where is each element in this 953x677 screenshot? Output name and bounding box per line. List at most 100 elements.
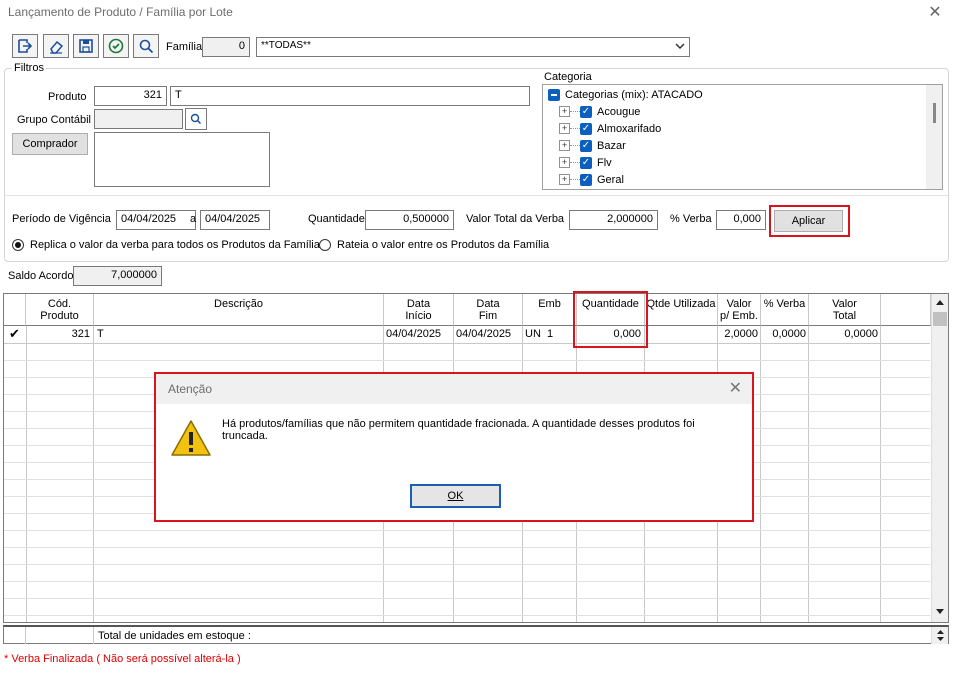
eraser-icon[interactable] (43, 34, 69, 58)
tree-item[interactable]: + ✓ Acougue (559, 103, 640, 120)
chevron-down-icon (675, 41, 685, 54)
tree-item-label: Bazar (597, 139, 626, 152)
filtros-label: Filtros (12, 62, 46, 74)
date-from-field[interactable]: 04/04/2025 (116, 210, 196, 230)
grid-header-data-inicio[interactable]: Data Início (384, 294, 454, 326)
verba-finalizada-note: * Verba Finalizada ( Não será possível a… (4, 653, 241, 665)
scroll-down-icon[interactable] (935, 607, 945, 619)
dialog-title: Atenção (168, 382, 213, 396)
radio-unselected-icon[interactable] (319, 239, 331, 251)
familia-select[interactable]: **TODAS** (256, 37, 690, 57)
expand-icon[interactable]: + (559, 174, 570, 185)
grid-header-emb[interactable]: Emb (523, 294, 577, 326)
expand-icon[interactable]: + (559, 123, 570, 134)
tree-root[interactable]: Categorias (mix): ATACADO (548, 86, 703, 103)
expand-icon[interactable]: + (559, 140, 570, 151)
scroll-thumb[interactable] (933, 312, 947, 326)
familia-select-value: **TODAS** (261, 40, 311, 51)
tree-item-label: Acougue (597, 105, 641, 118)
cell-valor-total[interactable]: 0,0000 (809, 328, 878, 344)
radio-rateia-label: Rateia o valor entre os Produtos da Famí… (337, 239, 550, 251)
grid-header-data-fim[interactable]: Data Fim (454, 294, 523, 326)
close-icon[interactable]: ✕ (925, 2, 945, 22)
scroll-updown-icon[interactable] (932, 627, 949, 644)
aplicar-button[interactable]: Aplicar (774, 210, 843, 232)
tree-scrollbar[interactable] (926, 85, 942, 189)
comprador-button[interactable]: Comprador (12, 133, 88, 155)
checkbox-checked-icon[interactable]: ✓ (580, 122, 592, 135)
row-selected-check-icon: ✔ (9, 326, 20, 341)
checkbox-checked-icon[interactable]: ✓ (580, 156, 592, 169)
date-separator-label: a (190, 213, 197, 225)
quantidade-column-highlight (573, 291, 648, 348)
checkbox-checked-icon[interactable]: ✓ (580, 139, 592, 152)
tree-item[interactable]: + ✓ Flv (559, 154, 612, 171)
checkbox-checked-icon[interactable]: ✓ (580, 105, 592, 118)
valor-total-verba-field[interactable]: 2,000000 (569, 210, 658, 230)
categoria-tree[interactable]: Categorias (mix): ATACADO + ✓ Acougue + … (542, 84, 943, 190)
tree-item[interactable]: + ✓ Geral (559, 171, 624, 188)
tree-root-label: Categorias (mix): ATACADO (565, 88, 703, 101)
total-scrollbar[interactable] (931, 627, 948, 644)
grid-header-valor-total[interactable]: Valor Total (809, 294, 881, 326)
radio-rateia[interactable]: Rateia o valor entre os Produtos da Famí… (319, 239, 549, 251)
date-to-field[interactable]: 04/04/2025 (200, 210, 270, 230)
save-icon[interactable] (73, 34, 99, 58)
exit-icon[interactable] (12, 34, 38, 58)
cell-valor-emb[interactable]: 2,0000 (718, 328, 758, 344)
comprador-list[interactable] (94, 132, 270, 187)
pct-verba-field[interactable]: 0,000 (716, 210, 766, 230)
warning-icon (170, 418, 212, 458)
quantidade-field[interactable]: 0,500000 (365, 210, 454, 230)
periodo-vigencia-label: Período de Vigência (12, 213, 111, 225)
scroll-up-icon[interactable] (935, 297, 945, 309)
grid-header-valor-emb[interactable]: Valor p/ Emb. (718, 294, 761, 326)
pct-verba-label: % Verba (670, 213, 712, 225)
cell-data-inicio[interactable]: 04/04/2025 (386, 328, 441, 344)
cell-descricao[interactable]: T (97, 328, 104, 344)
cell-data-fim[interactable]: 04/04/2025 (456, 328, 511, 344)
tree-item-label: Almoxarifado (597, 122, 662, 135)
grid-header-pct-verba[interactable]: % Verba (761, 294, 809, 326)
cell-emb[interactable]: UN 1 (525, 328, 553, 344)
tree-item-label: Flv (597, 156, 612, 169)
produto-desc-field[interactable]: T (170, 86, 530, 106)
expand-icon[interactable]: + (559, 157, 570, 168)
produto-code-field[interactable]: 321 (94, 86, 167, 106)
valor-total-verba-label: Valor Total da Verba (466, 213, 565, 225)
tree-item[interactable]: + ✓ Bazar (559, 137, 626, 154)
saldo-acordo-label: Saldo Acordo (8, 270, 74, 282)
search-icon (190, 113, 202, 125)
checkbox-checked-icon[interactable]: ✓ (580, 173, 592, 186)
radio-replica[interactable]: Replica o valor da verba para todos os P… (12, 239, 320, 251)
tree-item-label: Geral (597, 173, 624, 186)
attention-dialog: Atenção ✕ Há produtos/famílias que não p… (154, 372, 754, 522)
cell-pct-verba[interactable]: 0,0000 (761, 328, 806, 344)
grid-header-qtde-utilizada[interactable]: Qtde Utilizada (645, 294, 718, 326)
grid-header-cod[interactable]: Cód. Produto (26, 294, 94, 326)
grid-scrollbar[interactable] (931, 294, 948, 622)
cell-cod[interactable]: 321 (26, 328, 90, 344)
grupo-contabil-label: Grupo Contábil (17, 114, 91, 126)
grupo-search-button[interactable] (185, 108, 207, 130)
saldo-acordo-field: 7,000000 (73, 266, 162, 286)
ok-button[interactable]: OK (410, 484, 501, 508)
total-estoque-label: Total de unidades em estoque : (98, 630, 251, 642)
familia-code-field[interactable]: 0 (202, 37, 250, 57)
grid-header-descricao[interactable]: Descrição (94, 294, 384, 326)
tree-item[interactable]: + ✓ Almoxarifado (559, 120, 661, 137)
grid-header-indicator (4, 294, 26, 326)
scroll-thumb[interactable] (933, 103, 936, 123)
grupo-contabil-field[interactable] (94, 109, 183, 129)
dialog-titlebar: Atenção ✕ (156, 374, 752, 404)
search-icon[interactable] (133, 34, 159, 58)
confirm-check-icon[interactable] (103, 34, 129, 58)
quantidade-label: Quantidade (308, 213, 365, 225)
grid-total-row: Total de unidades em estoque : (3, 625, 949, 644)
grid-header-filler (881, 294, 931, 326)
radio-replica-label: Replica o valor da verba para todos os P… (30, 239, 320, 251)
expand-icon[interactable]: + (559, 106, 570, 117)
dialog-close-icon[interactable]: ✕ (729, 378, 742, 398)
collapse-icon[interactable] (548, 88, 560, 101)
radio-selected-icon[interactable] (12, 239, 24, 251)
